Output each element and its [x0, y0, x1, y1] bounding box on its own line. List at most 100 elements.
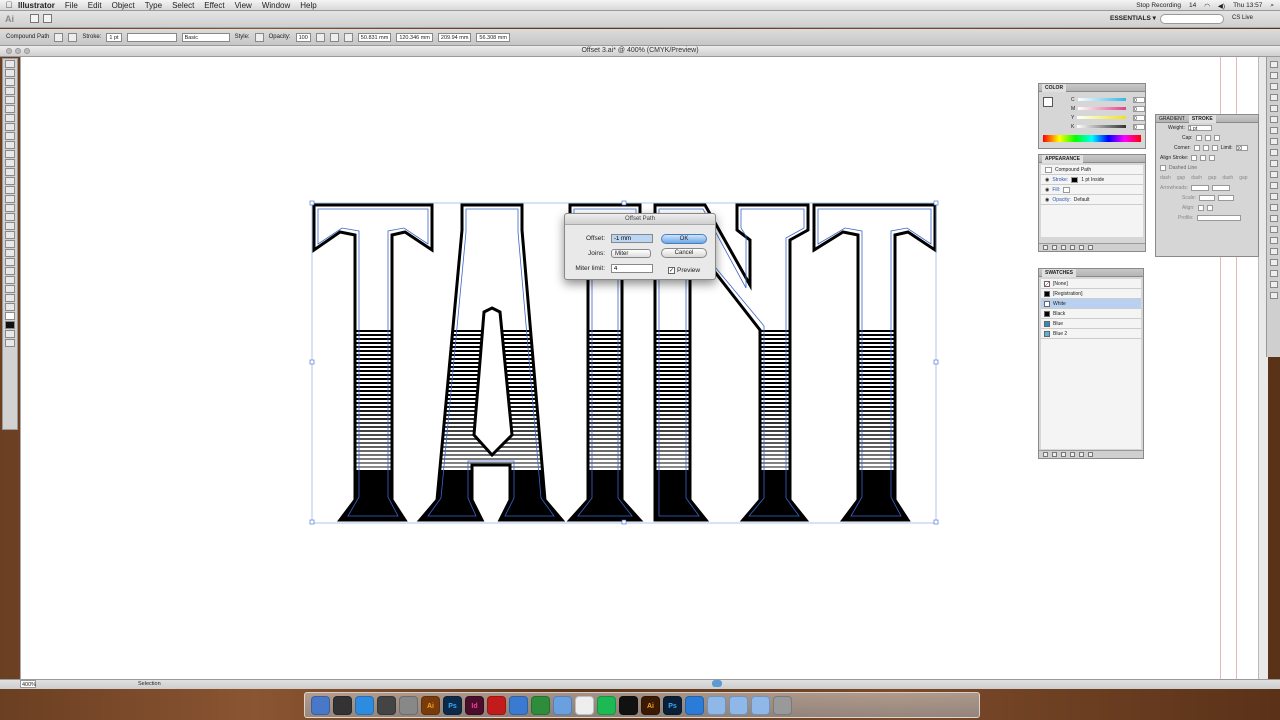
photoshop-icon[interactable]: Ps [443, 695, 462, 715]
new-swatch-icon[interactable] [1079, 452, 1084, 457]
paragraph-icon[interactable] [1269, 182, 1278, 189]
folder-icon[interactable] [751, 695, 770, 715]
column-graph-tool-icon[interactable] [5, 267, 15, 275]
arrow-align-tip-icon[interactable] [1197, 205, 1204, 211]
mesh-tool-icon[interactable] [5, 222, 15, 230]
profile-select[interactable] [1196, 215, 1241, 221]
app-store-icon[interactable] [355, 695, 374, 715]
show-swatch-kinds-icon[interactable] [1052, 452, 1057, 457]
zoom-level-field[interactable]: 400% [20, 680, 36, 688]
photoshop-icon-2[interactable]: Ps [663, 695, 682, 715]
magic-wand-tool-icon[interactable] [5, 78, 15, 86]
black-slider[interactable] [1077, 125, 1126, 128]
add-stroke-icon[interactable] [1043, 245, 1048, 250]
appearance-fill-label[interactable]: Fill: [1052, 187, 1060, 193]
round-cap-icon[interactable] [1204, 135, 1211, 141]
rotate-tool-icon[interactable] [5, 168, 15, 176]
mail-icon[interactable] [509, 695, 528, 715]
mission-control-icon[interactable] [377, 695, 396, 715]
magic-wand-panel-icon[interactable] [1269, 281, 1278, 288]
selection-tool-icon[interactable] [5, 60, 15, 68]
clear-appearance-icon[interactable] [1070, 245, 1075, 250]
cyan-slider[interactable] [1077, 98, 1126, 101]
separations-icon[interactable] [1269, 292, 1278, 299]
bevel-join-icon[interactable] [1211, 145, 1218, 151]
spotify-icon[interactable] [597, 695, 616, 715]
arrow-align-end-icon[interactable] [1206, 205, 1213, 211]
hand-tool-icon[interactable] [5, 294, 15, 302]
butt-cap-icon[interactable] [1195, 135, 1202, 141]
rectangle-tool-icon[interactable] [5, 123, 15, 131]
projecting-cap-icon[interactable] [1213, 135, 1220, 141]
trash-icon[interactable] [773, 695, 792, 715]
eyedropper-tool-icon[interactable] [5, 240, 15, 248]
finder-icon[interactable] [311, 695, 330, 715]
layers-icon[interactable] [1269, 105, 1278, 112]
opentype-icon[interactable] [1269, 193, 1278, 200]
eye-icon[interactable]: ◉ [1045, 177, 1049, 183]
zoom-tool-icon[interactable] [5, 303, 15, 311]
perspective-grid-tool-icon[interactable] [5, 213, 15, 221]
end-scale-field[interactable] [1217, 195, 1234, 201]
gradient-tool-icon[interactable] [5, 231, 15, 239]
magenta-slider[interactable] [1078, 107, 1126, 110]
new-color-group-icon[interactable] [1070, 452, 1075, 457]
start-scale-field[interactable] [1198, 195, 1215, 201]
type-tool-icon[interactable] [5, 105, 15, 113]
miter-limit-input[interactable] [611, 264, 653, 273]
screen-mode-icon[interactable] [5, 339, 15, 347]
swatch-none[interactable]: [None] [1041, 279, 1141, 289]
eraser-tool-icon[interactable] [5, 159, 15, 167]
miter-join-icon[interactable] [1193, 145, 1200, 151]
slice-tool-icon[interactable] [5, 285, 15, 293]
pen-tool-icon[interactable] [5, 96, 15, 104]
brushes-icon[interactable] [1269, 72, 1278, 79]
preview-icon[interactable] [399, 695, 418, 715]
duplicate-item-icon[interactable] [1079, 245, 1084, 250]
round-join-icon[interactable] [1202, 145, 1209, 151]
navigator-icon[interactable] [1269, 215, 1278, 222]
transparency-icon[interactable] [1269, 127, 1278, 134]
safari-icon[interactable] [685, 695, 704, 715]
fill-stroke-proxy[interactable] [1043, 97, 1053, 107]
blob-brush-tool-icon[interactable] [5, 150, 15, 158]
eye-icon[interactable]: ◉ [1045, 197, 1049, 203]
draw-mode-icon[interactable] [5, 330, 15, 338]
delete-item-icon[interactable] [1088, 245, 1093, 250]
pathfinder-icon[interactable] [1269, 149, 1278, 156]
links-icon[interactable] [1269, 204, 1278, 211]
chrome-icon[interactable] [531, 695, 550, 715]
eye-icon[interactable]: ◉ [1045, 187, 1049, 193]
stroke-tab[interactable]: STROKE [1188, 115, 1216, 123]
yellow-slider[interactable] [1077, 116, 1126, 119]
symbols-icon[interactable] [1269, 83, 1278, 90]
graphic-styles-icon[interactable] [1269, 94, 1278, 101]
appearance-stroke-label[interactable]: Stroke: [1052, 177, 1068, 183]
align-icon[interactable] [1269, 138, 1278, 145]
swatch-black[interactable]: Black [1041, 309, 1141, 319]
cancel-button[interactable]: Cancel [661, 248, 707, 258]
artboard-tool-icon[interactable] [5, 276, 15, 284]
appearance-tab[interactable]: APPEARANCE [1042, 155, 1084, 163]
joins-select[interactable]: Miter [611, 249, 651, 258]
add-fill-icon[interactable] [1052, 245, 1057, 250]
direct-selection-tool-icon[interactable] [5, 69, 15, 77]
lasso-tool-icon[interactable] [5, 87, 15, 95]
illustrator-icon-2[interactable]: Ai [641, 695, 660, 715]
fill-chip[interactable] [1063, 186, 1071, 193]
swatch-options-icon[interactable] [1061, 452, 1066, 457]
info-icon[interactable] [1269, 226, 1278, 233]
transform-icon[interactable] [1269, 160, 1278, 167]
end-arrowhead-select[interactable] [1212, 185, 1231, 191]
swatch-registration[interactable]: [Registration] [1041, 289, 1141, 299]
appearance-opacity-value[interactable]: Default [1074, 197, 1090, 203]
gradient-tab[interactable]: GRADIENT [1159, 116, 1185, 122]
dashed-line-checkbox[interactable] [1160, 165, 1166, 171]
folder-icon[interactable] [729, 695, 748, 715]
fill-color-icon[interactable] [5, 312, 15, 320]
swatch-libraries-icon[interactable] [1043, 452, 1048, 457]
indesign-icon[interactable]: Id [465, 695, 484, 715]
black-value[interactable]: 0 [1133, 123, 1145, 131]
delete-swatch-icon[interactable] [1088, 452, 1093, 457]
color-tab[interactable]: COLOR [1042, 84, 1067, 92]
